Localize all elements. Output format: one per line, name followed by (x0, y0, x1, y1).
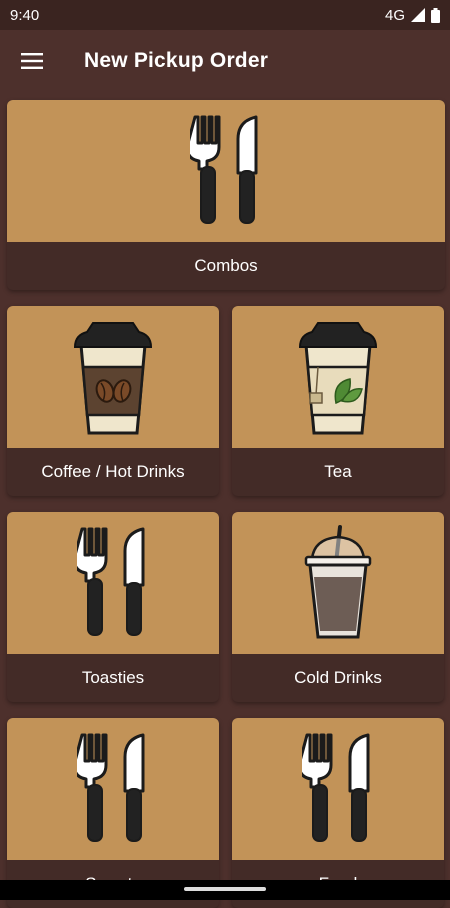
category-card-cold-drinks[interactable]: Cold Drinks (232, 512, 444, 702)
status-bar: 9:40 4G (0, 0, 450, 30)
cold-drink-cup-icon (304, 525, 372, 639)
battery-icon (431, 7, 440, 23)
category-card-tea[interactable]: Tea (232, 306, 444, 496)
status-time: 9:40 (10, 6, 40, 24)
fork-knife-icon (77, 527, 145, 637)
category-label: Toasties (81, 668, 145, 687)
coffee-cup-icon (73, 322, 153, 435)
network-type: 4G (384, 6, 405, 24)
category-image (7, 100, 445, 242)
fork-knife-icon (77, 733, 145, 843)
tea-cup-icon (298, 322, 378, 435)
category-image (7, 718, 219, 860)
category-image (232, 306, 444, 448)
home-gesture-handle[interactable] (184, 887, 266, 891)
fork-knife-icon (302, 733, 370, 843)
category-label: Cold Drinks (294, 668, 382, 687)
hamburger-menu-icon (21, 53, 43, 69)
system-navigation-bar (0, 880, 450, 900)
menu-button[interactable] (0, 30, 64, 92)
signal-icon (411, 8, 425, 22)
category-label: Tea (324, 462, 352, 481)
page-title: New Pickup Order (84, 49, 269, 72)
category-card-toasties[interactable]: Toasties (7, 512, 219, 702)
category-image (7, 512, 219, 654)
category-image (7, 306, 219, 448)
category-image (232, 718, 444, 860)
app-bar: New Pickup Order (0, 30, 450, 92)
fork-knife-icon (190, 115, 258, 225)
category-label: Coffee / Hot Drinks (41, 462, 185, 481)
category-image (232, 512, 444, 654)
category-card-combos[interactable]: Combos (7, 100, 445, 290)
category-card-coffee[interactable]: Coffee / Hot Drinks (7, 306, 219, 496)
category-label: Combos (194, 256, 258, 275)
